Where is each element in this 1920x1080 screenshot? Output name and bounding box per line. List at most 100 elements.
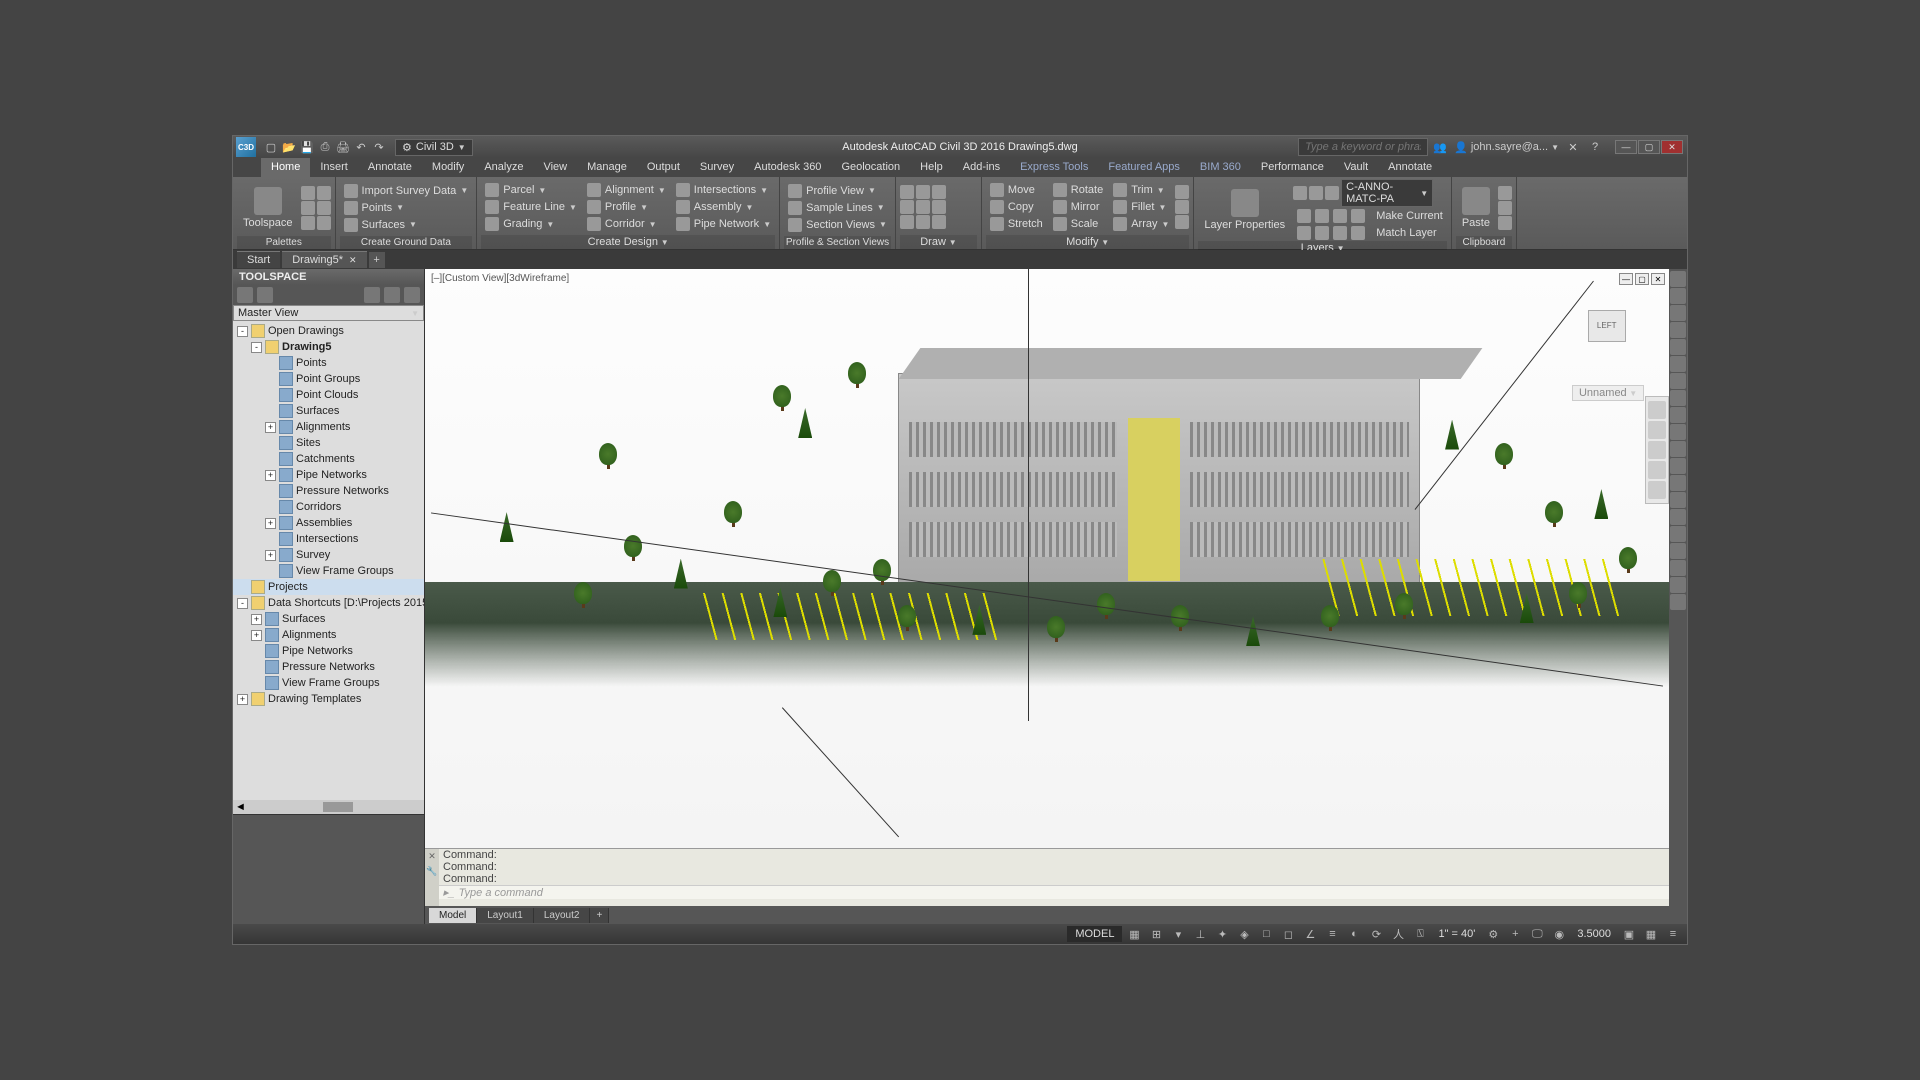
tool-icon[interactable] <box>1670 288 1686 304</box>
icon[interactable] <box>1175 185 1189 199</box>
model-space-toggle[interactable]: MODEL <box>1067 926 1122 942</box>
panel-title[interactable]: Draw ▼ <box>900 235 977 249</box>
section-views-button[interactable]: Section Views ▼ <box>784 217 891 233</box>
snap-icon[interactable]: ⊞ <box>1146 926 1166 942</box>
help-icon[interactable] <box>404 287 420 303</box>
array-button[interactable]: Array ▼ <box>1109 216 1173 232</box>
trim-button[interactable]: Trim ▼ <box>1109 182 1173 198</box>
tree-node[interactable]: Surfaces <box>233 403 424 419</box>
grid-icon[interactable]: ▦ <box>1124 926 1144 942</box>
minimize-button[interactable]: — <box>1615 140 1637 154</box>
expand-icon[interactable]: + <box>265 550 276 561</box>
osnap-icon[interactable]: □ <box>1256 926 1276 942</box>
scale-button[interactable]: Scale <box>1049 216 1107 232</box>
navigation-bar[interactable] <box>1645 396 1669 504</box>
fillet-button[interactable]: Fillet ▼ <box>1109 199 1173 215</box>
tool-icon[interactable] <box>1670 543 1686 559</box>
intersections-button[interactable]: Intersections ▼ <box>672 182 775 198</box>
plus-icon[interactable]: + <box>1505 926 1525 942</box>
clean-icon[interactable]: ▦ <box>1641 926 1661 942</box>
user-menu[interactable]: 👤 john.sayre@a... ▼ <box>1454 141 1559 154</box>
transparency-icon[interactable]: ◐ <box>1344 926 1364 942</box>
match-layer-button[interactable]: Match Layer <box>1293 225 1447 241</box>
tool-icon[interactable] <box>1670 322 1686 338</box>
rect-icon[interactable] <box>900 215 914 229</box>
ribbon-tab-survey[interactable]: Survey <box>690 158 744 177</box>
add-layout-button[interactable]: + <box>590 908 609 923</box>
ribbon-tab-insert[interactable]: Insert <box>310 158 358 177</box>
tool-icon[interactable] <box>1670 407 1686 423</box>
signin-icon[interactable]: 👥 <box>1432 139 1448 155</box>
tab-start[interactable]: Start <box>237 251 280 268</box>
exchange-icon[interactable]: ✕ <box>1565 139 1581 155</box>
ellipse-icon[interactable] <box>916 200 930 214</box>
refresh-icon[interactable] <box>257 287 273 303</box>
hardware-icon[interactable]: ◉ <box>1549 926 1569 942</box>
alignment-button[interactable]: Alignment ▼ <box>583 182 670 198</box>
prospector-tree[interactable]: -Open Drawings-Drawing5PointsPoint Group… <box>233 321 424 800</box>
customize-icon[interactable]: ≡ <box>1663 926 1683 942</box>
copy-button[interactable]: Copy <box>986 199 1047 215</box>
icon[interactable] <box>317 186 331 200</box>
arc-icon[interactable] <box>916 185 930 199</box>
icon[interactable] <box>237 287 253 303</box>
parcel-button[interactable]: Parcel ▼ <box>481 182 581 198</box>
tree-node[interactable]: View Frame Groups <box>233 675 424 691</box>
elevation-value[interactable]: 3.5000 <box>1571 928 1617 940</box>
anno-auto-icon[interactable]: ⍂ <box>1410 926 1430 942</box>
tree-node[interactable]: Sites <box>233 435 424 451</box>
ribbon-tab-home[interactable]: Home <box>261 158 310 177</box>
close-button[interactable]: ✕ <box>1661 140 1683 154</box>
add-tab-button[interactable]: + <box>369 252 385 268</box>
icon[interactable] <box>384 287 400 303</box>
viewport-label[interactable]: [–][Custom View][3dWireframe] <box>431 273 569 284</box>
panel-title[interactable]: Create Ground Data <box>340 236 473 249</box>
surfaces-button[interactable]: Surfaces ▼ <box>340 217 473 233</box>
tree-node[interactable]: Pipe Networks <box>233 643 424 659</box>
hatch-icon[interactable] <box>932 200 946 214</box>
tree-node[interactable]: +Alignments <box>233 627 424 643</box>
ribbon-tab-analyze[interactable]: Analyze <box>474 158 533 177</box>
view-cube[interactable]: LEFT <box>1588 304 1632 348</box>
tool-icon[interactable] <box>1670 577 1686 593</box>
tool-icon[interactable] <box>1670 373 1686 389</box>
profile-button[interactable]: Profile ▼ <box>583 199 670 215</box>
close-icon[interactable]: ✕ <box>349 255 357 266</box>
ribbon-tab-express-tools[interactable]: Express Tools <box>1010 158 1098 177</box>
new-icon[interactable]: ▢ <box>263 139 279 155</box>
circle-icon[interactable] <box>900 200 914 214</box>
grading-button[interactable]: Grading ▼ <box>481 216 581 232</box>
move-button[interactable]: Move <box>986 182 1047 198</box>
rotate-button[interactable]: Rotate <box>1049 182 1107 198</box>
tree-node[interactable]: +Assemblies <box>233 515 424 531</box>
tab-layout1[interactable]: Layout1 <box>477 908 534 923</box>
profile-view-button[interactable]: Profile View ▼ <box>784 183 891 199</box>
save-icon[interactable]: 💾 <box>299 139 315 155</box>
icon[interactable] <box>301 201 315 215</box>
tree-node[interactable]: Point Clouds <box>233 387 424 403</box>
cycling-icon[interactable]: ⟳ <box>1366 926 1386 942</box>
view-name-badge[interactable]: Unnamed ▼ <box>1572 385 1644 401</box>
tool-icon[interactable] <box>1670 594 1686 610</box>
redo-icon[interactable]: ↷ <box>371 139 387 155</box>
ribbon-tab-help[interactable]: Help <box>910 158 953 177</box>
make-current-button[interactable]: Make Current <box>1293 208 1447 224</box>
tree-node[interactable]: Pressure Networks <box>233 483 424 499</box>
lock-icon[interactable] <box>1325 186 1339 200</box>
layer-dropdown[interactable]: C-ANNO-MATC-PA▼ <box>1341 179 1433 207</box>
tree-node[interactable]: +Survey <box>233 547 424 563</box>
ribbon-tab-bim-360[interactable]: BIM 360 <box>1190 158 1251 177</box>
wrench-icon[interactable]: 🔧 <box>426 866 437 877</box>
infer-icon[interactable]: ▾ <box>1168 926 1188 942</box>
copy-icon[interactable] <box>1498 201 1512 215</box>
expand-icon[interactable]: + <box>251 630 262 641</box>
tree-node[interactable]: Intersections <box>233 531 424 547</box>
tree-node[interactable]: View Frame Groups <box>233 563 424 579</box>
poly-icon[interactable] <box>916 215 930 229</box>
sample-lines-button[interactable]: Sample Lines ▼ <box>784 200 891 216</box>
ribbon-tab-annotate[interactable]: Annotate <box>1378 158 1442 177</box>
ribbon-tab-view[interactable]: View <box>533 158 577 177</box>
expand-icon[interactable]: - <box>237 326 248 337</box>
stretch-button[interactable]: Stretch <box>986 216 1047 232</box>
icon[interactable] <box>1175 200 1189 214</box>
